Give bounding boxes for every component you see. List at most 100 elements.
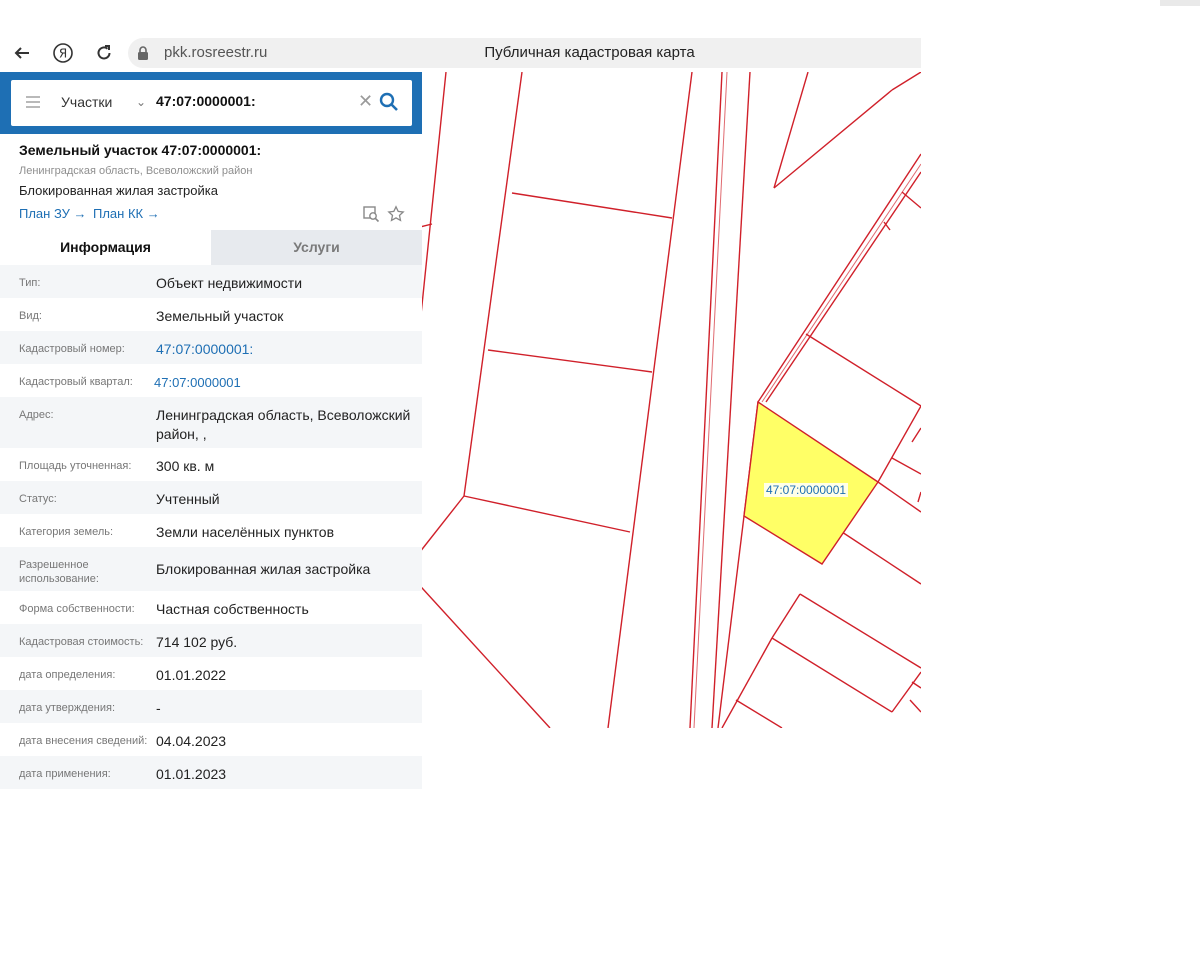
- row-value: Блокированная жилая застройка: [156, 561, 371, 577]
- parcel-boundary: [911, 427, 921, 443]
- svg-text:Я: Я: [59, 47, 67, 61]
- parcel-boundary: [422, 586, 551, 728]
- parcel-boundary: [891, 457, 921, 475]
- street-boundary: [757, 153, 921, 403]
- parcel-boundary: [721, 637, 773, 728]
- object-purpose: Блокированная жилая застройка: [19, 183, 218, 198]
- row-label: Тип:: [19, 277, 41, 289]
- parcel-boundary: [487, 349, 653, 373]
- yandex-icon: Я: [53, 43, 73, 63]
- browser-toolbar: Я pkk.rosreestr.ru Публичная кадастровая…: [0, 34, 921, 72]
- search-input[interactable]: 47:07:0000001:: [156, 93, 256, 109]
- row-value: Объект недвижимости: [156, 275, 303, 291]
- window-edge: [1160, 0, 1200, 6]
- cadastral-quarter-link[interactable]: 47:07:0000001: [154, 373, 414, 392]
- parcel-boundary: [891, 72, 921, 91]
- address-bar[interactable]: pkk.rosreestr.ru Публичная кадастровая к…: [128, 38, 921, 68]
- parcel-boundary: [511, 192, 673, 219]
- parcel-boundary: [735, 699, 783, 728]
- table-row: дата определения: 01.01.2022: [0, 657, 422, 690]
- table-row: дата утверждения: -: [0, 690, 422, 723]
- table-row: дата внесения сведений: 04.04.2023: [0, 723, 422, 756]
- row-label: Кадастровая стоимость:: [19, 636, 144, 648]
- plan-zu-link[interactable]: План ЗУ →: [19, 206, 87, 221]
- object-region: Ленинградская область, Всеволожский райо…: [19, 165, 253, 177]
- table-row: Форма собственности: Частная собственнос…: [0, 591, 422, 624]
- parcel-boundary: [773, 89, 893, 189]
- row-label: Форма собственности:: [19, 603, 135, 615]
- parcel-boundary: [799, 593, 921, 669]
- row-label: Категория земель:: [19, 526, 114, 538]
- parcel-boundary: [773, 72, 809, 189]
- parcel-boundaries: [422, 72, 921, 728]
- row-label: дата утверждения:: [19, 702, 116, 714]
- row-label: Кадастровый номер:: [19, 343, 125, 355]
- row-label: Кадастровый квартал:: [19, 376, 133, 388]
- row-label: дата внесения сведений:: [19, 735, 148, 747]
- road-boundary: [693, 72, 728, 728]
- search-box: Участки ⌄ 47:07:0000001: ✕: [11, 80, 412, 126]
- info-table: Тип: Объект недвижимости Вид: Земельный …: [0, 265, 422, 789]
- row-value: Земельный участок: [156, 308, 284, 324]
- row-label: дата определения:: [19, 669, 116, 681]
- parcel-boundary: [911, 681, 921, 689]
- cadastral-number-link[interactable]: 47:07:0000001:: [156, 340, 416, 359]
- plan-kk-link[interactable]: План КК →: [93, 206, 160, 221]
- selected-parcel-label: 47:07:0000001: [764, 483, 849, 497]
- parcel-boundary: [891, 671, 921, 713]
- table-row: Площадь уточненная: 300 кв. м: [0, 448, 422, 481]
- parcel-boundary: [841, 531, 921, 585]
- parcel-boundary: [771, 637, 893, 713]
- parcel-boundary: [877, 481, 921, 513]
- menu-icon[interactable]: [26, 96, 40, 108]
- table-row: Кадастровая стоимость: 714 102 руб.: [0, 624, 422, 657]
- row-value: Учтенный: [156, 491, 220, 507]
- page-title: Публичная кадастровая карта: [484, 44, 695, 61]
- table-row: Кадастровый номер: 47:07:0000001:: [0, 331, 422, 364]
- close-icon[interactable]: ✕: [358, 91, 373, 112]
- table-row: Тип: Объект недвижимости: [0, 265, 422, 298]
- row-value: Земли населённых пунктов: [156, 524, 335, 540]
- chevron-down-icon[interactable]: ⌄: [136, 95, 146, 109]
- row-value: Частная собственность: [156, 601, 309, 617]
- parcel-boundary: [463, 495, 631, 533]
- search-type-select[interactable]: Участки: [61, 94, 112, 110]
- row-label: Разрешенное использование:: [19, 559, 99, 585]
- row-value: Ленинградская область, Всеволожский райо…: [156, 407, 411, 442]
- row-label: Статус:: [19, 493, 57, 505]
- cadastral-map[interactable]: 47:07:0000001: [422, 72, 921, 728]
- street-boundary: [761, 163, 921, 403]
- table-row: Кадастровый квартал: 47:07:0000001: [0, 364, 422, 397]
- info-panel: Участки ⌄ 47:07:0000001: ✕ ‹ Земельный у…: [0, 72, 437, 789]
- back-button[interactable]: [9, 40, 35, 66]
- table-row: Разрешенное использование: Блокированная…: [0, 547, 422, 591]
- row-value: -: [156, 700, 161, 716]
- table-row: Статус: Учтенный: [0, 481, 422, 514]
- parcel-boundary: [901, 191, 921, 209]
- street-boundary: [765, 171, 921, 403]
- row-label: Площадь уточненная:: [19, 460, 132, 472]
- star-icon[interactable]: [387, 205, 405, 223]
- parcel-boundary: [422, 72, 447, 312]
- parcel-boundary: [463, 72, 523, 497]
- table-row: дата применения: 01.01.2023: [0, 756, 422, 789]
- row-label: Вид:: [19, 310, 42, 322]
- parcel-boundary: [422, 495, 465, 551]
- tabs: Информация Услуги: [0, 230, 422, 265]
- parcel-boundary: [909, 699, 921, 713]
- reload-icon: [97, 45, 111, 60]
- zoom-to-object-icon[interactable]: [362, 205, 380, 223]
- yandex-button[interactable]: Я: [50, 40, 76, 66]
- row-label: Адрес:: [19, 409, 54, 421]
- search-header: Участки ⌄ 47:07:0000001: ✕ ‹: [0, 72, 437, 134]
- table-row: Вид: Земельный участок: [0, 298, 422, 331]
- parcel-boundary: [805, 333, 921, 407]
- object-title: Земельный участок 47:07:0000001:: [19, 142, 262, 158]
- table-row: Категория земель: Земли населённых пункт…: [0, 514, 422, 547]
- row-value: 01.01.2022: [156, 667, 227, 683]
- reload-button[interactable]: [91, 40, 117, 66]
- search-icon[interactable]: [379, 92, 399, 112]
- row-value: 300 кв. м: [156, 458, 215, 474]
- tab-services[interactable]: Услуги: [211, 230, 422, 265]
- tab-info[interactable]: Информация: [0, 230, 211, 265]
